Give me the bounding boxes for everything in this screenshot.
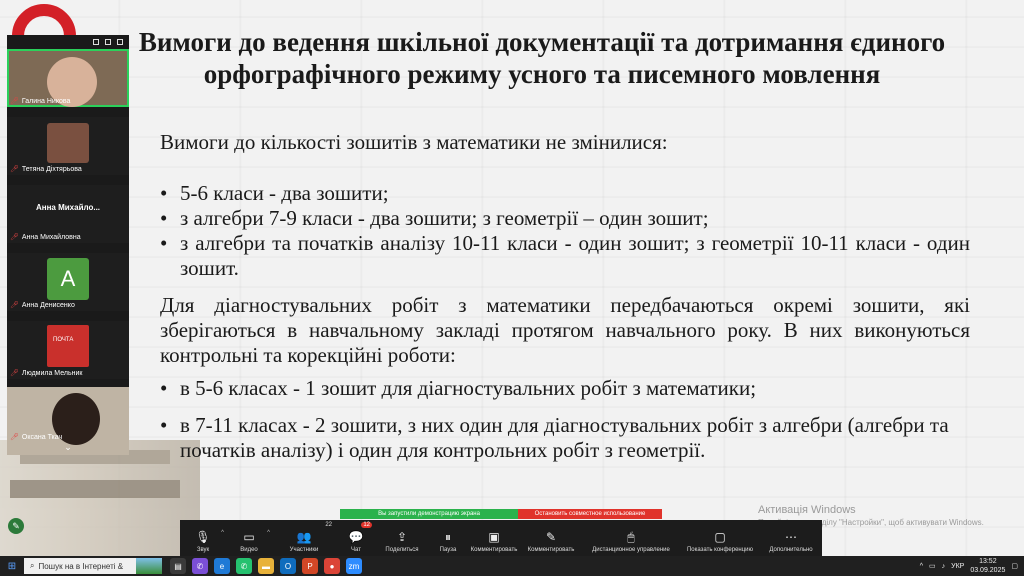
windows-taskbar: ⊞ ⌕ Пошук на в Інтернеті & ▤ ✆ e ✆ ▬ O P… bbox=[0, 556, 1024, 576]
view-toggle-icon[interactable] bbox=[105, 39, 111, 45]
slide-title: Вимоги до ведення шкільної документації … bbox=[138, 27, 946, 89]
participant-tile[interactable]: 🎤︎ Людмила Мельник bbox=[7, 321, 129, 379]
search-placeholder: Пошук на в Інтернеті & bbox=[38, 561, 124, 571]
annotate-button[interactable]: ▣ Комментировать bbox=[468, 520, 520, 556]
share-icon: ⇪ bbox=[396, 530, 408, 544]
windows-start-icon[interactable]: ⊞ bbox=[0, 556, 24, 576]
zoom-icon[interactable]: zm bbox=[346, 558, 362, 574]
stop-share-button[interactable]: Остановить совместное использование bbox=[518, 509, 662, 519]
watermark-title: Активація Windows bbox=[758, 504, 856, 516]
participant-name: 🎤︎ Галина Никова bbox=[10, 97, 71, 106]
whatsapp-icon[interactable]: ✆ bbox=[236, 558, 252, 574]
participant-display-name: Анна Михайло... bbox=[35, 203, 101, 212]
slide-body: Вимоги до кількості зошитів з математики… bbox=[160, 130, 970, 475]
minimize-icon[interactable] bbox=[93, 39, 99, 45]
pause-icon: ⏸ bbox=[444, 530, 451, 544]
chrome-icon[interactable]: ● bbox=[324, 558, 340, 574]
chat-icon: 💬 bbox=[348, 530, 364, 544]
file-explorer-icon[interactable]: ▬ bbox=[258, 558, 274, 574]
participants-button[interactable]: 22 👥 Участники bbox=[272, 520, 336, 556]
mic-muted-icon: 🎤︎ bbox=[10, 302, 19, 309]
avatar-photo-icon bbox=[47, 123, 89, 163]
chevron-down-icon[interactable]: ⌄ bbox=[7, 442, 129, 453]
search-highlight-image bbox=[136, 558, 162, 574]
network-icon[interactable]: ▭ bbox=[929, 562, 936, 570]
participant-name: 🎤︎ Тетяна Дiхтярьова bbox=[10, 165, 82, 174]
caret-up-icon[interactable]: ^ bbox=[221, 530, 224, 536]
edit-pen-icon[interactable]: ✎ bbox=[8, 518, 24, 534]
slide-intro: Вимоги до кількості зошитів з математики… bbox=[160, 130, 668, 154]
video-button[interactable]: ▭ ^ Видео bbox=[226, 520, 272, 556]
bullet-item: в 5-6 класах - 1 зошит для діагностуваль… bbox=[160, 376, 970, 401]
share-status-banner: Вы запустили демонстрацию экрана bbox=[340, 509, 518, 519]
avatar-letter: A bbox=[47, 258, 89, 300]
clock[interactable]: 13:52 03.09.2025 bbox=[970, 557, 1005, 575]
edge-icon[interactable]: e bbox=[214, 558, 230, 574]
taskbar-search[interactable]: ⌕ Пошук на в Інтернеті & bbox=[24, 558, 162, 574]
bullet-item: в 7-11 класах - 2 зошити, з них один для… bbox=[160, 413, 970, 463]
chat-button[interactable]: 12 💬 Чат bbox=[336, 520, 376, 556]
mic-muted-icon: 🎤︎ bbox=[10, 98, 19, 105]
caret-up-icon[interactable]: ^ bbox=[267, 530, 270, 536]
participant-name: 🎤︎ Анна Михайловна bbox=[10, 233, 81, 242]
task-view-icon[interactable]: ▤ bbox=[170, 558, 186, 574]
clock-time: 13:52 bbox=[979, 558, 997, 565]
maximize-icon[interactable] bbox=[117, 39, 123, 45]
participant-name: 🎤︎ Анна Денисенко bbox=[10, 301, 75, 310]
taskbar-apps: ▤ ✆ e ✆ ▬ O P ● zm bbox=[170, 558, 362, 574]
bullet-item: з алгебри 7-9 класи - два зошити; з геом… bbox=[160, 206, 970, 231]
more-button[interactable]: ⋯ Дополнительно bbox=[760, 520, 822, 556]
remote-control-button[interactable]: 🖱 Дистанционное управление bbox=[582, 520, 680, 556]
participant-tile[interactable]: 🎤︎ Оксана Ткач ⌄ bbox=[7, 387, 129, 455]
language-indicator[interactable]: УКР bbox=[951, 563, 964, 570]
participants-count-badge: 22 bbox=[325, 522, 332, 528]
participants-panel: 🎤︎ Галина Никова 🎤︎ Тетяна Дiхтярьова Ан… bbox=[7, 35, 129, 455]
participant-tile[interactable]: Анна Михайло... 🎤︎ Анна Михайловна bbox=[7, 185, 129, 243]
show-meeting-button[interactable]: ▢ Показать конференцию bbox=[680, 520, 760, 556]
clock-date: 03.09.2025 bbox=[970, 567, 1006, 574]
participant-name: 🎤︎ Оксана Ткач bbox=[10, 433, 63, 442]
participant-tile[interactable]: 🎤︎ Тетяна Дiхтярьова bbox=[7, 117, 129, 175]
viber-icon[interactable]: ✆ bbox=[192, 558, 208, 574]
comment-button[interactable]: ✎ Комментировать bbox=[520, 520, 582, 556]
bullet-item: з алгебри та початків аналізу 10-11 клас… bbox=[160, 231, 970, 281]
slide: Вимоги до ведення шкільної документації … bbox=[0, 0, 1024, 556]
chevron-up-icon[interactable]: ^ bbox=[920, 563, 923, 570]
bullet-list-2: в 5-6 класах - 1 зошит для діагностуваль… bbox=[160, 376, 970, 463]
participant-name: 🎤︎ Людмила Мельник bbox=[10, 369, 83, 378]
more-icon: ⋯ bbox=[785, 530, 797, 544]
mic-muted-icon: 🎤︎ bbox=[10, 166, 19, 173]
notifications-icon[interactable]: ▢ bbox=[1011, 562, 1018, 570]
system-tray: ^ ▭ ♪ УКР 13:52 03.09.2025 ▢ bbox=[920, 556, 1018, 576]
participant-tile[interactable]: 🎤︎ Галина Никова bbox=[7, 49, 129, 107]
panel-controls bbox=[7, 35, 129, 49]
participants-icon: 👥 bbox=[296, 530, 312, 544]
chat-unread-badge: 12 bbox=[361, 522, 372, 528]
pause-button[interactable]: ⏸ Пауза bbox=[428, 520, 468, 556]
annotate-icon: ▣ bbox=[488, 530, 500, 544]
bullet-list-1: 5-6 класи - два зошити; з алгебри 7-9 кл… bbox=[160, 181, 970, 281]
bullet-item: 5-6 класи - два зошити; bbox=[160, 181, 970, 206]
mic-muted-icon: 🎤︎ bbox=[10, 434, 19, 441]
remote-control-icon: 🖱 bbox=[627, 530, 635, 544]
volume-icon[interactable]: ♪ bbox=[942, 563, 946, 570]
mic-muted-icon: 🎤︎ bbox=[10, 234, 19, 241]
mailbox-image-icon bbox=[47, 325, 89, 367]
slide-paragraph: Для діагностувальних робіт з математики … bbox=[160, 293, 970, 367]
powerpoint-icon[interactable]: P bbox=[302, 558, 318, 574]
audio-button[interactable]: 🎙 ^ Звук bbox=[180, 520, 226, 556]
share-button[interactable]: ⇪ Поделиться bbox=[376, 520, 428, 556]
microphone-icon: 🎙 bbox=[195, 530, 211, 544]
zoom-toolbar: 🎙 ^ Звук ▭ ^ Видео 22 👥 Участники 12 💬 Ч… bbox=[180, 520, 822, 556]
pen-icon: ✎ bbox=[545, 530, 557, 544]
participant-tile[interactable]: A 🎤︎ Анна Денисенко bbox=[7, 253, 129, 311]
video-camera-icon: ▭ bbox=[243, 530, 255, 544]
show-meeting-icon: ▢ bbox=[714, 530, 726, 544]
outlook-icon[interactable]: O bbox=[280, 558, 296, 574]
mic-muted-icon: 🎤︎ bbox=[10, 370, 19, 377]
search-icon: ⌕ bbox=[30, 561, 35, 570]
